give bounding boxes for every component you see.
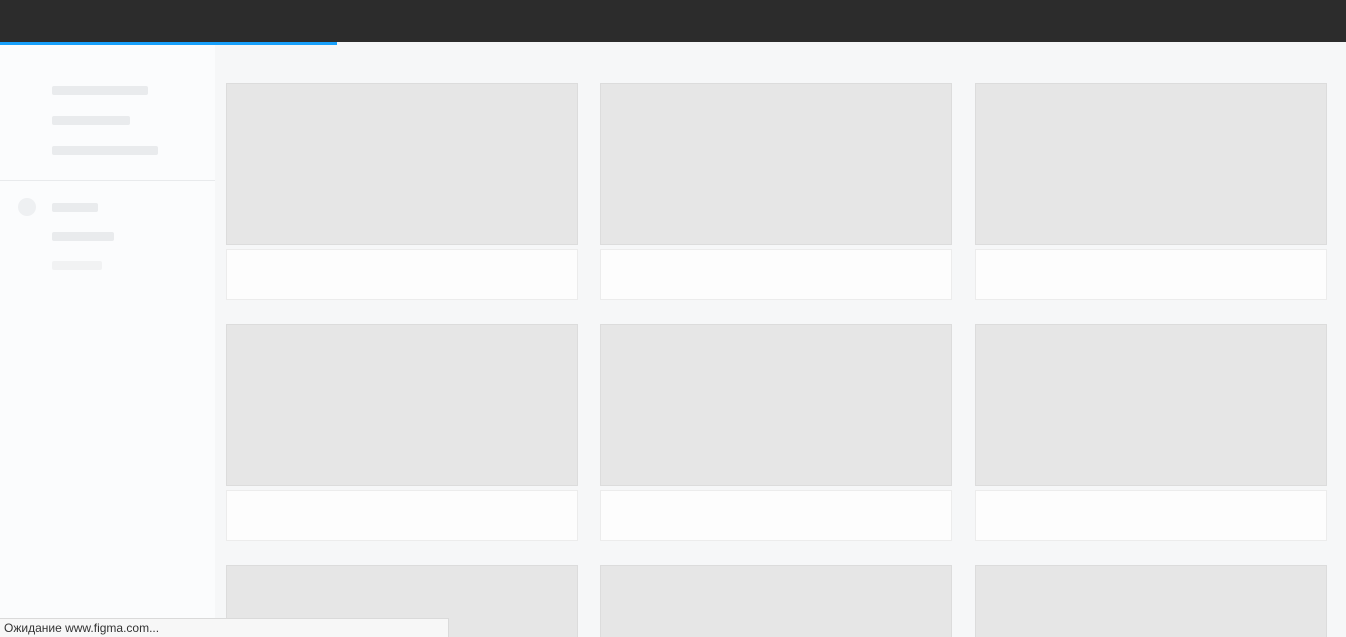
browser-status-bar: Ожидание www.figma.com... [0, 618, 449, 637]
avatar-skeleton [18, 198, 36, 216]
file-thumbnail-placeholder [600, 324, 952, 486]
sidebar-skeleton-line [52, 203, 98, 212]
file-thumbnail-placeholder [226, 83, 578, 245]
file-meta-placeholder [600, 249, 952, 300]
file-thumbnail-placeholder [600, 565, 952, 637]
file-meta-placeholder [226, 490, 578, 541]
file-meta-placeholder [975, 249, 1327, 300]
file-card-skeleton [600, 83, 952, 300]
file-meta-placeholder [600, 490, 952, 541]
file-meta-placeholder [226, 249, 578, 300]
file-card-skeleton [975, 83, 1327, 300]
file-card-skeleton [226, 83, 578, 300]
status-text: Ожидание www.figma.com... [4, 621, 160, 635]
sidebar-skeleton [0, 45, 215, 637]
file-thumbnail-placeholder [600, 83, 952, 245]
file-thumbnail-placeholder [975, 324, 1327, 486]
app-top-bar [0, 0, 1346, 42]
file-thumbnail-placeholder [975, 83, 1327, 245]
sidebar-skeleton-line [52, 146, 158, 155]
file-card-skeleton [226, 324, 578, 541]
file-thumbnail-placeholder [226, 324, 578, 486]
file-card-skeleton [975, 565, 1327, 637]
file-card-skeleton [600, 324, 952, 541]
file-card-skeleton [600, 565, 952, 637]
file-meta-placeholder [975, 490, 1327, 541]
sidebar-skeleton-line [52, 116, 130, 125]
sidebar-skeleton-line [52, 261, 102, 270]
sidebar-divider [0, 180, 215, 181]
sidebar-skeleton-line [52, 232, 114, 241]
file-card-skeleton [975, 324, 1327, 541]
file-thumbnail-placeholder [975, 565, 1327, 637]
sidebar-skeleton-line [52, 86, 148, 95]
